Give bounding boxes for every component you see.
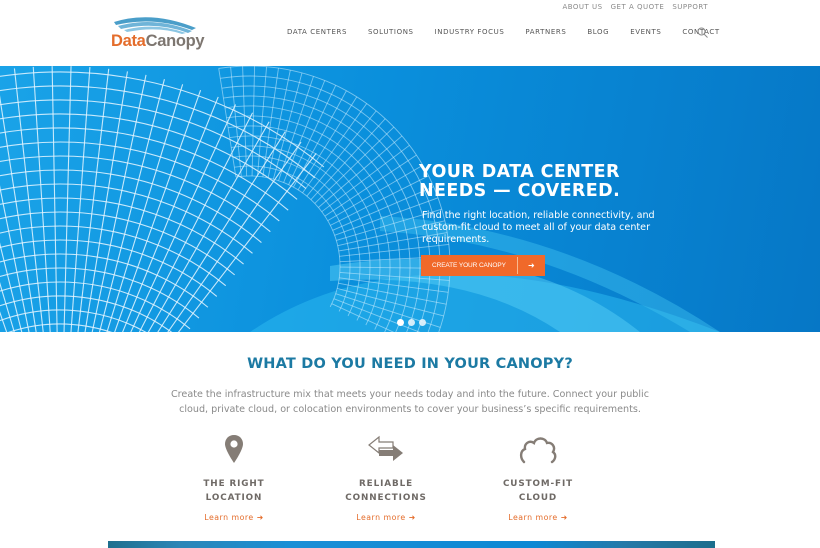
utility-nav: ABOUT US GET A QUOTE SUPPORT — [562, 3, 708, 11]
learn-more-link[interactable]: Learn more ➜ — [356, 513, 415, 522]
util-link-get-a-quote[interactable]: GET A QUOTE — [611, 3, 665, 11]
slide-dot-3[interactable] — [419, 319, 426, 326]
slider-dots — [397, 319, 426, 326]
exchange-arrows-icon — [368, 435, 403, 461]
hero-subtitle: Find the right location, reliable connec… — [422, 210, 655, 245]
create-your-canopy-button[interactable]: CREATE YOUR CANOPY ➜ — [421, 255, 545, 276]
logo-wordmark: DataCanopy — [111, 32, 205, 50]
hero-grid-graphic — [0, 66, 720, 332]
search-icon[interactable] — [697, 27, 708, 38]
nav-events[interactable]: EVENTS — [630, 28, 661, 36]
hero-grid-fan — [0, 66, 325, 332]
next-section-banner — [108, 541, 715, 548]
feature-title: THE RIGHT LOCATION — [203, 479, 265, 503]
slide-dot-1[interactable] — [397, 319, 404, 326]
cloud-icon — [519, 437, 557, 464]
util-link-about-us[interactable]: ABOUT US — [562, 3, 602, 11]
main-nav: DATA CENTERS SOLUTIONS INDUSTRY FOCUS PA… — [287, 28, 741, 36]
util-link-support[interactable]: SUPPORT — [672, 3, 708, 11]
learn-more-link[interactable]: Learn more ➜ — [204, 513, 263, 522]
hero-title: YOUR DATA CENTER NEEDS — COVERED. — [419, 162, 621, 201]
logo-canopy-icon — [114, 17, 196, 34]
section-title: WHAT DO YOU NEED IN YOUR CANOPY? — [247, 356, 573, 372]
hero-banner: YOUR DATA CENTER NEEDS — COVERED. Find t… — [0, 66, 820, 332]
nav-solutions[interactable]: SOLUTIONS — [368, 28, 414, 36]
arrow-right-icon: ➜ — [527, 261, 535, 270]
logo[interactable]: DataCanopy — [110, 14, 205, 52]
section-description: Create the infrastructure mix that meets… — [170, 389, 649, 415]
nav-data-centers[interactable]: DATA CENTERS — [287, 28, 347, 36]
nav-industry-focus[interactable]: INDUSTRY FOCUS — [435, 28, 505, 36]
map-pin-icon — [225, 435, 243, 463]
site-header: DataCanopy ABOUT US GET A QUOTE SUPPORT … — [0, 0, 820, 66]
feature-location: THE RIGHT LOCATION Learn more ➜ — [164, 432, 304, 524]
feature-title: RELIABLE CONNECTIONS — [345, 479, 427, 503]
feature-connections: RELIABLE CONNECTIONS Learn more ➜ — [316, 432, 456, 524]
feature-title: CUSTOM-FIT CLOUD — [502, 479, 574, 503]
feature-cloud: CUSTOM-FIT CLOUD Learn more ➜ — [468, 432, 608, 524]
learn-more-link[interactable]: Learn more ➜ — [508, 513, 567, 522]
slide-dot-2[interactable] — [408, 319, 415, 326]
nav-partners[interactable]: PARTNERS — [525, 28, 566, 36]
cta-label: CREATE YOUR CANOPY — [432, 262, 506, 269]
nav-blog[interactable]: BLOG — [587, 28, 609, 36]
